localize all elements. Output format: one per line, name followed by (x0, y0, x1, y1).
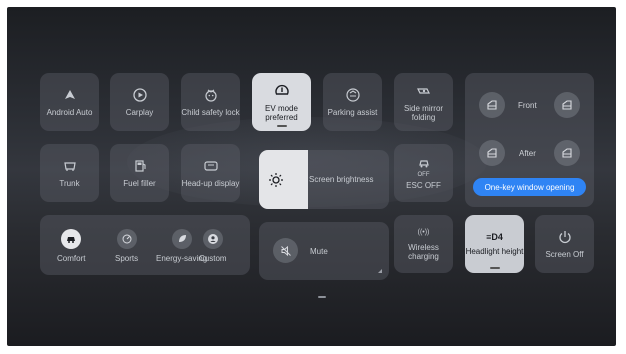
carplay-label: Carplay (125, 108, 154, 117)
side-mirror-folding-label: Side mirror folding (403, 103, 444, 122)
fuel-filler-button[interactable]: Fuel filler (110, 144, 169, 202)
window-icon (562, 100, 572, 110)
esc-car-icon (418, 160, 429, 168)
wireless-charging-button[interactable]: ((•)) Wireless charging (394, 215, 453, 273)
trunk-icon (63, 162, 76, 171)
leaf-icon (171, 229, 192, 249)
wireless-charging-icon: ((•)) (417, 228, 430, 236)
parking-assist-label: Parking assist (327, 108, 378, 117)
control-center-screen: Android Auto Carplay Child safety lock E… (7, 7, 616, 346)
comfort-icon (61, 229, 82, 249)
volume-corner-indicator (378, 269, 382, 273)
drive-mode-panel: Comfort Sports Energy-saving Custom (40, 215, 250, 275)
head-up-display-button[interactable]: Head-up display (181, 144, 240, 202)
side-mirror-folding-button[interactable]: Side mirror folding (394, 73, 453, 131)
comfort-label: Comfort (57, 254, 86, 263)
mute-volume-control[interactable]: Mute (259, 222, 389, 280)
fuel-filler-label: Fuel filler (123, 179, 156, 188)
headlight-height-label: Headlight height (465, 246, 524, 256)
drive-mode-sports[interactable]: Sports (115, 229, 138, 263)
mute-speaker-icon (273, 238, 298, 263)
headlight-height-button[interactable]: ≡D4 Headlight height (465, 215, 524, 273)
drive-mode-energy-saving[interactable]: Energy-saving (137, 229, 207, 263)
active-indicator (489, 267, 500, 269)
window-control-panel: Front After One-key window opening (465, 73, 594, 207)
headlight-icon: ≡D4 (486, 231, 503, 242)
head-up-display-label: Head-up display (181, 179, 240, 188)
ev-mode-preferred-label: EV mode preferred (265, 103, 298, 122)
child-safety-lock-label: Child safety lock (181, 108, 240, 117)
front-right-window-button[interactable] (554, 92, 580, 118)
android-auto-label: Android Auto (46, 108, 93, 117)
android-auto-icon (64, 90, 75, 99)
trunk-label: Trunk (59, 179, 80, 188)
custom-user-icon (202, 229, 223, 249)
drive-mode-comfort[interactable]: Comfort (57, 229, 85, 263)
active-indicator (276, 125, 287, 127)
esc-off-icon-text: OFF (417, 172, 430, 178)
one-key-window-opening-button[interactable]: One-key window opening (473, 178, 586, 196)
child-lock-icon (204, 89, 217, 102)
sun-icon (269, 173, 283, 187)
ev-mode-preferred-button[interactable]: EV mode preferred (252, 73, 311, 131)
after-label: After (519, 149, 536, 158)
wireless-charging-label: Wireless charging (408, 242, 439, 261)
head-up-display-icon (203, 161, 218, 171)
android-auto-button[interactable]: Android Auto (40, 73, 99, 131)
ev-mode-icon (274, 84, 289, 95)
screen-off-label: Screen Off (545, 250, 584, 259)
sports-label: Sports (115, 254, 139, 263)
fuel-filler-icon (134, 160, 146, 172)
power-icon (558, 231, 571, 244)
front-label: Front (518, 101, 537, 110)
screen-off-button[interactable]: Screen Off (535, 215, 594, 273)
side-mirror-icon (416, 87, 430, 94)
window-icon (562, 148, 572, 158)
mute-label: Mute (310, 247, 328, 256)
child-safety-lock-button[interactable]: Child safety lock (181, 73, 240, 131)
trunk-button[interactable]: Trunk (40, 144, 99, 202)
front-left-window-button[interactable] (479, 92, 505, 118)
drive-mode-custom[interactable]: Custom (199, 229, 227, 263)
custom-label: Custom (199, 254, 227, 263)
parking-assist-button[interactable]: Parking assist (323, 73, 382, 131)
rear-left-window-button[interactable] (479, 140, 505, 166)
screen-brightness-slider[interactable]: Screen brightness (259, 150, 389, 209)
parking-assist-icon (345, 88, 360, 102)
sports-icon (116, 229, 137, 249)
esc-off-button[interactable]: OFF ESC OFF (394, 144, 453, 202)
screen-brightness-label: Screen brightness (309, 175, 374, 184)
window-icon (487, 100, 497, 110)
esc-off-label: ESC OFF (406, 181, 441, 190)
window-icon (487, 148, 497, 158)
play-circle-icon (132, 88, 147, 102)
rear-right-window-button[interactable] (554, 140, 580, 166)
page-indicator (318, 296, 326, 298)
carplay-button[interactable]: Carplay (110, 73, 169, 131)
